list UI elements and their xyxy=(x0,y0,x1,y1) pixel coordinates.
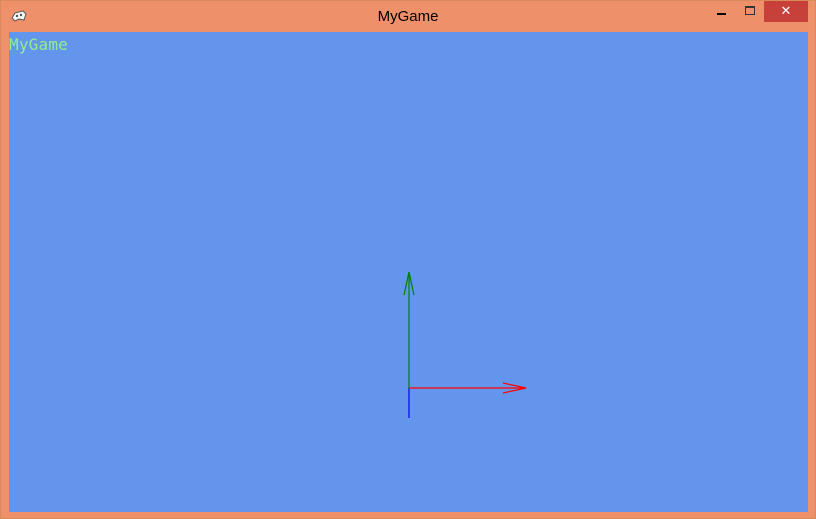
game-window: MyGame ✕ MyGame xyxy=(0,0,816,519)
window-title: MyGame xyxy=(377,8,439,25)
title-bar[interactable]: MyGame ✕ xyxy=(1,1,815,31)
minimize-icon xyxy=(717,13,726,15)
axis-gizmo xyxy=(403,271,527,418)
maximize-icon xyxy=(745,6,755,15)
window-controls: ✕ xyxy=(708,1,808,22)
minimize-button[interactable] xyxy=(708,1,736,22)
close-button[interactable]: ✕ xyxy=(764,1,808,22)
maximize-button[interactable] xyxy=(736,1,764,22)
close-icon: ✕ xyxy=(780,4,792,19)
game-viewport[interactable]: MyGame xyxy=(9,32,808,512)
